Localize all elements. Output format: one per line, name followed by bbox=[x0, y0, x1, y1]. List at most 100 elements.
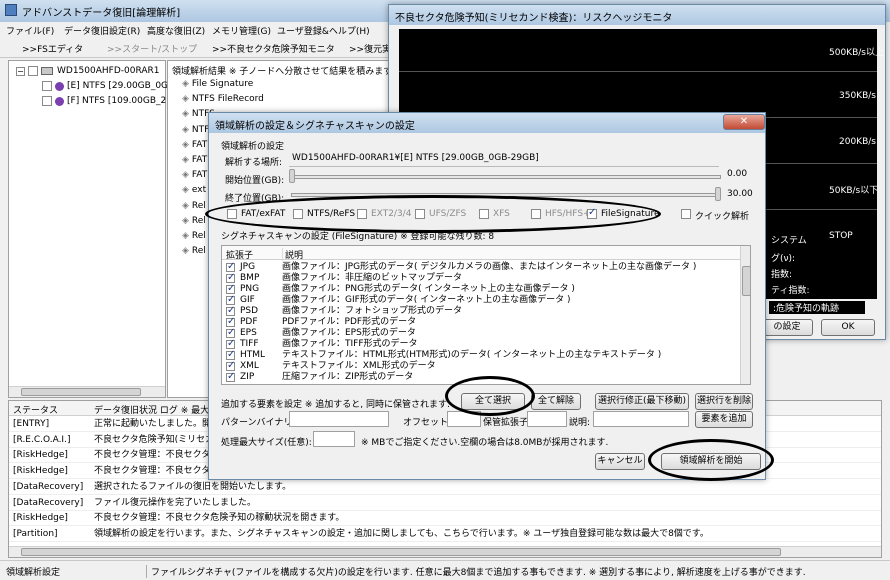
signature-ext: EPS bbox=[240, 328, 257, 338]
analysis-item-label: File Signature bbox=[191, 79, 254, 89]
menu-advanced-recovery[interactable]: 高度な復旧(Z) bbox=[147, 24, 205, 37]
signature-row[interactable]: JPG 画像ファイル：JPG形式のデータ( デジタルカメラの画像、またはインターネ… bbox=[222, 261, 742, 273]
tree-hscrollbar[interactable] bbox=[9, 386, 165, 397]
quick-analysis-checkbox[interactable] bbox=[681, 209, 691, 219]
max-size-input[interactable] bbox=[313, 431, 355, 447]
log-status: [RiskHedge] bbox=[13, 466, 68, 477]
status-right: ファイルシグネチャ(ファイルを構成する欠片)の設定を行います. 任意に最大8個ま… bbox=[146, 565, 806, 578]
start-slider-track[interactable] bbox=[291, 175, 721, 179]
analysis-item-label: FAT bbox=[191, 170, 208, 181]
start-stop-button[interactable]: >>スタート/ストップ bbox=[107, 42, 197, 55]
signature-desc: 画像ファイル：EPS形式のデータ bbox=[282, 328, 416, 338]
signature-checkbox[interactable] bbox=[226, 371, 235, 382]
log-row[interactable]: [DataRecovery] 選択されたるファイルの復旧を開始いたします。 bbox=[9, 480, 881, 495]
pattern-input[interactable] bbox=[289, 411, 389, 427]
log-status: [RiskHedge] bbox=[13, 450, 68, 461]
offset-label: オフセット: bbox=[403, 418, 452, 428]
location-label: 解析する場所: bbox=[225, 158, 283, 168]
signature-checkbox[interactable] bbox=[226, 327, 235, 338]
delete-row-button[interactable]: 選択行を削除 bbox=[695, 393, 753, 410]
signature-checkbox[interactable] bbox=[226, 294, 235, 305]
diamond-icon: ◈ bbox=[182, 79, 189, 89]
log-col-status[interactable]: ステータス bbox=[13, 403, 58, 416]
signature-row[interactable]: EPS 画像ファイル：EPS形式のデータ bbox=[222, 327, 742, 339]
log-status: [Partition] bbox=[13, 528, 58, 539]
diamond-icon: ◈ bbox=[182, 215, 189, 226]
tree-expander[interactable]: − bbox=[16, 67, 25, 76]
signature-ext: BMP bbox=[240, 273, 260, 283]
analysis-header: 領域解析結果 ※ 子ノードへ分散させて結果を積みます。 bbox=[172, 67, 400, 77]
signature-ext: PDF bbox=[240, 317, 258, 327]
analysis-item-label: Rel bbox=[191, 246, 206, 257]
diamond-icon: ◈ bbox=[182, 200, 189, 211]
signature-checkbox[interactable] bbox=[226, 261, 235, 272]
signature-checkbox[interactable] bbox=[226, 272, 235, 283]
restore-button[interactable]: >>復元実 bbox=[349, 42, 391, 55]
app-icon bbox=[5, 4, 17, 16]
log-col-desc[interactable]: データ復旧状況 ログ ※ 最大2 bbox=[94, 403, 215, 416]
menu-recovery-settings[interactable]: データ復旧設定(R) bbox=[64, 24, 140, 37]
signature-checkbox[interactable] bbox=[226, 338, 235, 349]
annotation-oval-fs-options bbox=[205, 195, 661, 233]
add-element-button[interactable]: 要素を追加 bbox=[695, 411, 753, 428]
log-row[interactable]: [RiskHedge] 不良セクタ管理：不良セクタ危険予知の稼動状況を開きます。 bbox=[9, 511, 881, 527]
log-desc: 不良セクタ管理：不良セクタ bbox=[94, 466, 211, 477]
save-ext-input[interactable] bbox=[527, 411, 567, 427]
edit-row-button[interactable]: 選択行修正(最下移動) bbox=[595, 393, 689, 410]
analysis-item[interactable]: ◈ NTFS FileRecord bbox=[182, 92, 399, 107]
signature-row[interactable]: PNG 画像ファイル：PNG形式のデータ( インターネット上の主な画像データ ) bbox=[222, 283, 742, 295]
log-status: [DataRecovery] bbox=[13, 481, 84, 492]
signature-vscrollbar[interactable] bbox=[740, 246, 750, 384]
signature-checkbox[interactable] bbox=[226, 305, 235, 316]
signature-row[interactable]: TIFF 画像ファイル：TIFF形式のデータ bbox=[222, 338, 742, 350]
log-desc: 不良セクタ危険予知(ミリセカ bbox=[94, 434, 215, 445]
signature-row[interactable]: PDF PDFファイル：PDF形式のデータ bbox=[222, 316, 742, 328]
analysis-item-label: Rel bbox=[191, 200, 206, 211]
col-desc[interactable]: 説明 bbox=[282, 248, 303, 261]
quick-analysis-label[interactable]: クイック解析 bbox=[695, 209, 749, 222]
log-row[interactable]: [DataRecovery] ファイル復元操作を完了いたしました。 bbox=[9, 496, 881, 511]
menu-memory[interactable]: メモリ管理(G) bbox=[212, 24, 271, 37]
signature-checkbox[interactable] bbox=[226, 360, 235, 371]
signature-row[interactable]: GIF 画像ファイル：GIF形式のデータ( インターネット上の主な画像データ ) bbox=[222, 294, 742, 306]
analysis-item-label: FAT bbox=[191, 139, 208, 150]
analysis-item-label: FAT bbox=[191, 155, 208, 165]
clear-all-button[interactable]: 全て解除 bbox=[531, 393, 581, 410]
analysis-item-label: Rel bbox=[191, 215, 206, 226]
signature-ext: HTML bbox=[240, 350, 266, 360]
monitor-settings-button[interactable]: の設定 bbox=[761, 319, 813, 336]
partition-e[interactable]: [E] NTFS [29.00GB_0GI bbox=[67, 81, 171, 91]
partition-checkbox-e[interactable] bbox=[42, 81, 52, 91]
signature-row[interactable]: HTML テキストファイル：HTML形式(HTM形式)のデータ( インターネット上… bbox=[222, 349, 742, 361]
disk-checkbox[interactable] bbox=[28, 66, 38, 76]
signature-row[interactable]: PSD 画像ファイル：フォトショップ形式のデータ bbox=[222, 305, 742, 317]
end-slider-thumb[interactable] bbox=[715, 187, 721, 201]
col-ext[interactable]: 拡張子 bbox=[226, 248, 253, 261]
location-field[interactable]: WD1500AHFD-00RAR1¥[E] NTFS [29.00GB_0GB-… bbox=[289, 151, 719, 167]
monitor-ok-button[interactable]: OK bbox=[821, 319, 875, 336]
signature-row[interactable]: XML テキストファイル：XML形式のデータ bbox=[222, 360, 742, 372]
dialog-close-button[interactable]: ✕ bbox=[723, 114, 765, 130]
signature-checkbox[interactable] bbox=[226, 283, 235, 294]
analysis-item[interactable]: ◈ File Signature bbox=[182, 77, 399, 92]
log-row[interactable]: [Partition] 領域解析の設定を行います。また、シグネチャスキャンの設定・… bbox=[9, 527, 881, 542]
signature-checkbox[interactable] bbox=[226, 349, 235, 360]
log-hscrollbar[interactable] bbox=[9, 546, 881, 557]
menu-file[interactable]: ファイル(F) bbox=[6, 24, 54, 37]
partition-f[interactable]: [F] NTFS [109.00GB_2 bbox=[67, 96, 166, 106]
partition-checkbox-f[interactable] bbox=[42, 96, 52, 106]
menu-help[interactable]: ユーザ登録&ヘルプ(H) bbox=[277, 24, 370, 37]
monitor-info-1: グ(ν): bbox=[771, 254, 796, 264]
signature-ext: ZIP bbox=[240, 372, 255, 382]
start-slider-thumb[interactable] bbox=[289, 169, 295, 183]
risk-monitor-button[interactable]: >>不良セクタ危険予知モニタ bbox=[212, 42, 335, 55]
diamond-icon: ◈ bbox=[182, 246, 189, 257]
cancel-button[interactable]: キャンセル bbox=[595, 453, 645, 470]
desc-input[interactable] bbox=[593, 411, 689, 427]
disk-name[interactable]: WD1500AHFD-00RAR1 bbox=[57, 66, 160, 76]
fs-editor-button[interactable]: >>FSエディタ bbox=[22, 42, 83, 55]
log-desc: 領域解析の設定を行います。また、シグネチャスキャンの設定・追加に関しましても、こ… bbox=[94, 528, 709, 539]
settings-dialog: 領域解析の設定＆シグネチャスキャンの設定 ✕ 領域解析の設定 解析する場所: W… bbox=[208, 112, 766, 480]
signature-row[interactable]: BMP 画像ファイル：非圧縮のビットマップデータ bbox=[222, 272, 742, 284]
signature-checkbox[interactable] bbox=[226, 316, 235, 327]
